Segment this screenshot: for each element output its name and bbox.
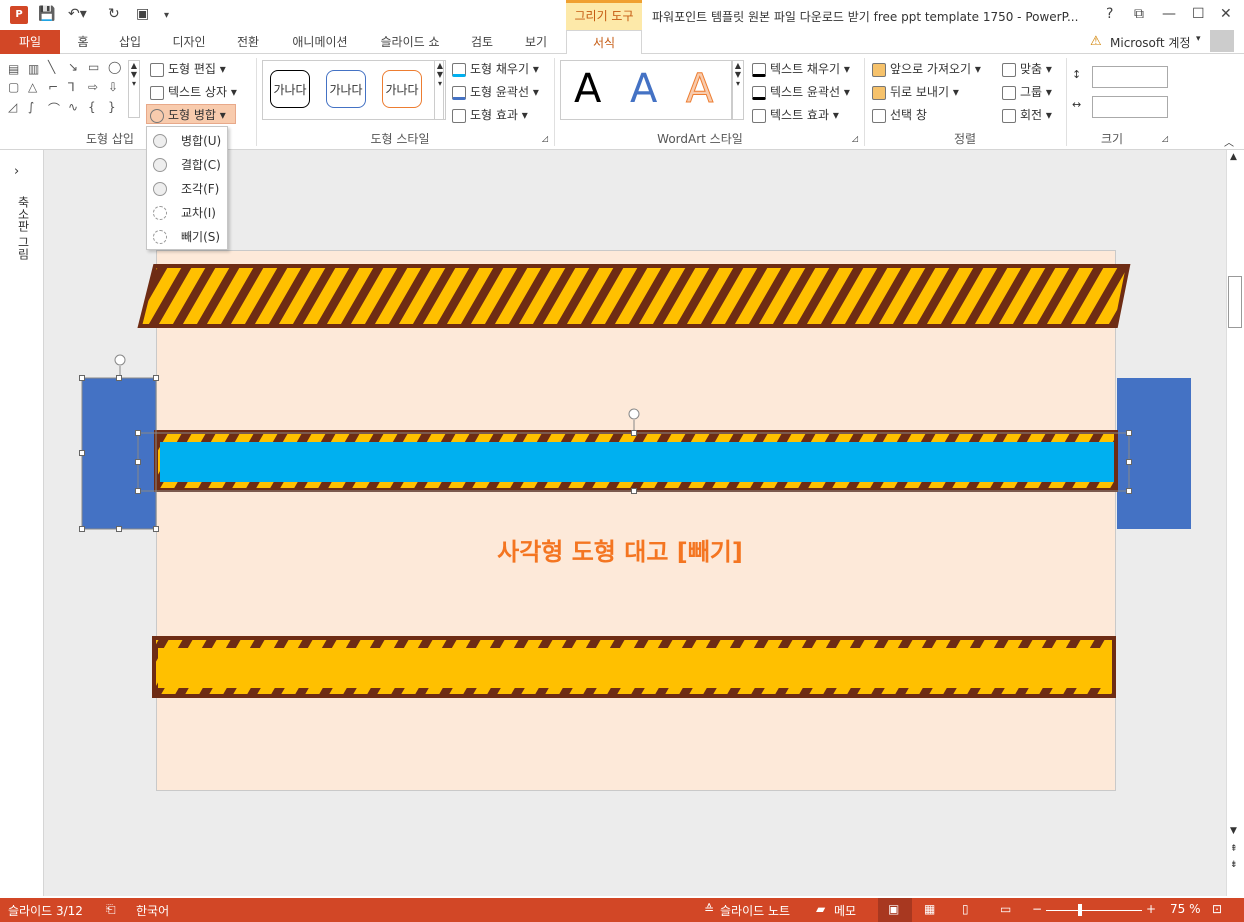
rotate-handle-left[interactable] — [114, 354, 126, 366]
fit-to-window-icon[interactable]: ⊡ — [1212, 902, 1222, 916]
rotate-handle-middle[interactable] — [628, 408, 640, 420]
yellow-inner-rectangle[interactable] — [158, 648, 1112, 688]
right-blue-rectangle[interactable] — [1117, 378, 1191, 529]
left-blue-rectangle[interactable] — [82, 378, 156, 529]
slideshow-view-icon[interactable]: ▭ — [1000, 902, 1011, 916]
menu-item-fragment[interactable]: 조각(F) — [147, 177, 227, 201]
resize-handle[interactable] — [135, 430, 141, 436]
fragment-icon — [153, 182, 167, 196]
resize-handle[interactable] — [153, 526, 159, 532]
hazard-stripe-band-top[interactable] — [137, 264, 1131, 328]
spell-check-icon[interactable]: ⎗ — [106, 902, 116, 917]
subtract-icon — [153, 230, 167, 244]
merge-shapes-menu: 병합(U) 결합(C) 조각(F) 교차(I) 빼기(S) — [146, 126, 228, 250]
menu-item-subtract[interactable]: 빼기(S) — [147, 225, 227, 249]
resize-handle[interactable] — [79, 375, 85, 381]
resize-handle[interactable] — [116, 526, 122, 532]
menu-item-intersect[interactable]: 교차(I) — [147, 201, 227, 225]
resize-handle[interactable] — [1126, 488, 1132, 494]
resize-handle[interactable] — [79, 526, 85, 532]
resize-handle[interactable] — [153, 375, 159, 381]
resize-handle[interactable] — [135, 488, 141, 494]
comments-button[interactable]: 메모 — [834, 902, 856, 919]
zoom-slider[interactable] — [1046, 910, 1142, 911]
slide-caption[interactable]: 사각형 도형 대고 [빼기] — [400, 532, 840, 567]
slide-sorter-icon[interactable]: ▦ — [924, 902, 935, 916]
zoom-in-icon[interactable]: + — [1146, 902, 1156, 916]
blue-inner-rectangle[interactable] — [160, 442, 1114, 482]
intersect-icon — [153, 206, 167, 220]
resize-handle[interactable] — [631, 430, 637, 436]
resize-handle[interactable] — [79, 450, 85, 456]
language-indicator[interactable]: 한국어 — [136, 902, 169, 919]
normal-view-icon: ▣ — [888, 902, 900, 916]
comments-icon: ▰ — [816, 902, 826, 916]
combine-icon — [153, 158, 167, 172]
zoom-level[interactable]: 75 % — [1170, 902, 1201, 916]
slide-number: 슬라이드 3/12 — [8, 904, 83, 918]
zoom-out-icon[interactable]: − — [1032, 902, 1042, 916]
notes-icon: ≙ — [704, 902, 715, 916]
resize-handle[interactable] — [135, 459, 141, 465]
menu-item-combine[interactable]: 결합(C) — [147, 153, 227, 177]
notes-button[interactable]: 슬라이드 노트 — [720, 902, 790, 919]
union-icon — [153, 134, 167, 148]
menu-item-union[interactable]: 병합(U) — [147, 129, 227, 153]
resize-handle[interactable] — [631, 488, 637, 494]
resize-handle[interactable] — [1126, 459, 1132, 465]
reading-view-icon[interactable]: ▯ — [962, 902, 969, 916]
resize-handle[interactable] — [116, 375, 122, 381]
resize-handle[interactable] — [1126, 430, 1132, 436]
zoom-slider-thumb[interactable] — [1078, 904, 1082, 916]
